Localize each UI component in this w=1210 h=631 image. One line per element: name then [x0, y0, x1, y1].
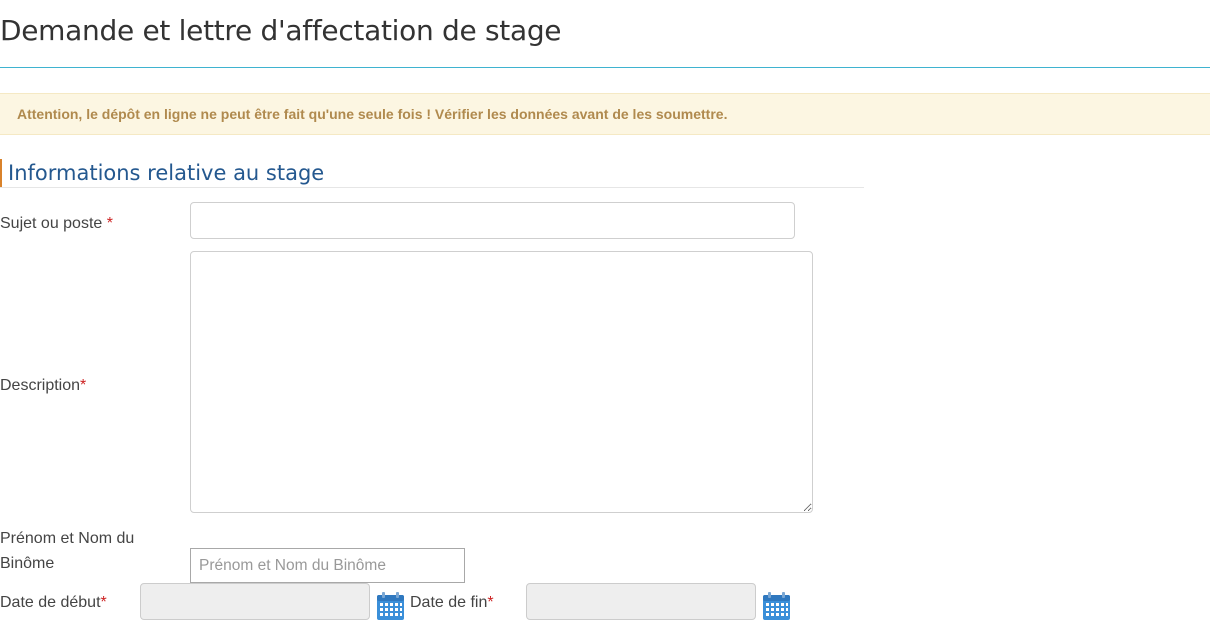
date-debut-label-text: Date de début: [0, 594, 101, 611]
section-header: Informations relative au stage: [0, 159, 864, 188]
warning-alert: Attention, le dépôt en ligne ne peut êtr…: [0, 93, 1210, 135]
required-mark: *: [100, 594, 107, 611]
date-fin-label-text: Date de fin: [410, 594, 488, 611]
sujet-label-text: Sujet ou poste: [0, 215, 107, 232]
warning-alert-text: Attention, le dépôt en ligne ne peut êtr…: [17, 106, 728, 122]
description-textarea[interactable]: [190, 251, 813, 513]
date-debut-label: Date de début*: [0, 590, 107, 615]
title-divider: [0, 67, 1210, 68]
calendar-icon[interactable]: [762, 592, 791, 621]
required-mark: *: [80, 377, 87, 394]
date-fin-label: Date de fin*: [410, 590, 494, 615]
page-title: Demande et lettre d'affectation de stage: [0, 14, 562, 47]
description-label-text: Description: [0, 377, 81, 394]
calendar-icon[interactable]: [376, 592, 405, 621]
date-fin-input[interactable]: [526, 583, 756, 620]
date-debut-input[interactable]: [140, 583, 370, 620]
section-title: Informations relative au stage: [8, 161, 325, 185]
sujet-label: Sujet ou poste *: [0, 211, 113, 236]
binome-input[interactable]: [190, 548, 465, 583]
required-mark: *: [106, 215, 113, 232]
section-accent-bar: [0, 159, 2, 187]
required-mark: *: [487, 594, 494, 611]
sujet-input[interactable]: [190, 202, 795, 239]
binome-label: Prénom et Nom du Binôme: [0, 530, 135, 572]
description-label: Description*: [0, 373, 86, 398]
